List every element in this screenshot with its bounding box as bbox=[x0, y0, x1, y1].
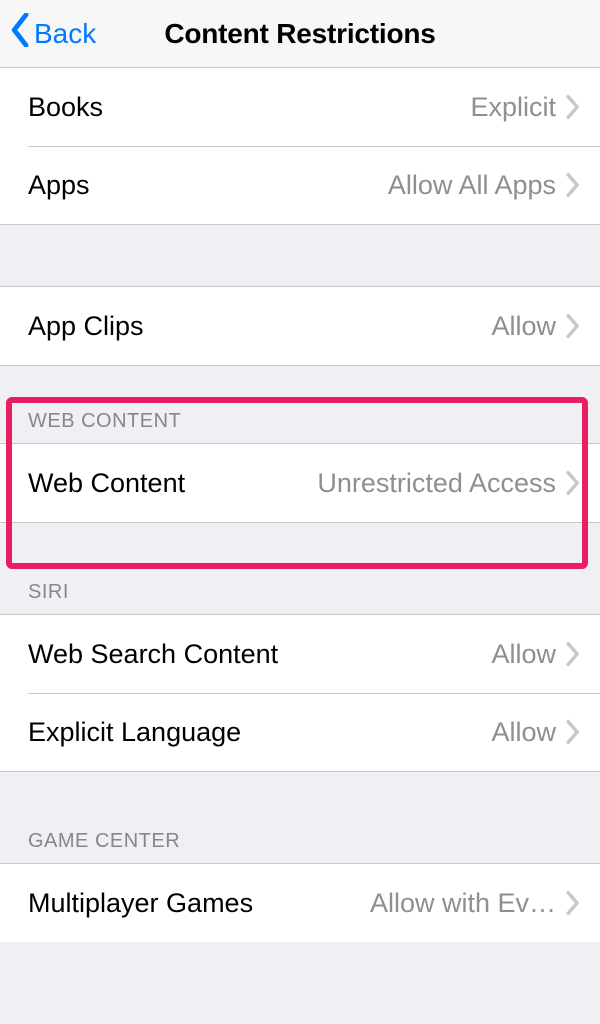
settings-screen: Back Content Restrictions Books Explicit… bbox=[0, 0, 600, 1024]
row-value: Allow bbox=[241, 717, 564, 748]
chevron-right-icon bbox=[564, 172, 580, 198]
row-value: Explicit bbox=[103, 92, 564, 123]
row-value: Unrestricted Access bbox=[185, 468, 564, 499]
row-label: App Clips bbox=[28, 311, 144, 342]
chevron-left-icon bbox=[10, 13, 32, 54]
row-label: Web Content bbox=[28, 468, 185, 499]
row-apps[interactable]: Apps Allow All Apps bbox=[0, 146, 600, 224]
row-web-content[interactable]: Web Content Unrestricted Access bbox=[0, 444, 600, 522]
group-game-center: GAME CENTER Multiplayer Games Allow with… bbox=[0, 772, 600, 942]
navbar: Back Content Restrictions bbox=[0, 0, 600, 68]
group-header-siri: SIRI bbox=[0, 523, 600, 615]
group-siri: SIRI Web Search Content Allow Explicit L… bbox=[0, 523, 600, 772]
group-allowed-store-content: Books Explicit Apps Allow All Apps bbox=[0, 68, 600, 225]
group-rows: Multiplayer Games Allow with Ev… bbox=[0, 864, 600, 942]
row-value: Allow with Ev… bbox=[253, 888, 564, 919]
row-label: Apps bbox=[28, 170, 90, 201]
row-value: Allow bbox=[144, 311, 564, 342]
row-label: Web Search Content bbox=[28, 639, 278, 670]
chevron-right-icon bbox=[564, 313, 580, 339]
group-rows: Web Content Unrestricted Access bbox=[0, 444, 600, 523]
chevron-right-icon bbox=[564, 641, 580, 667]
chevron-right-icon bbox=[564, 719, 580, 745]
row-web-search-content[interactable]: Web Search Content Allow bbox=[0, 615, 600, 693]
row-value: Allow bbox=[278, 639, 564, 670]
group-spacer bbox=[0, 225, 600, 287]
back-button[interactable]: Back bbox=[0, 13, 96, 54]
row-value: Allow All Apps bbox=[90, 170, 564, 201]
row-explicit-language[interactable]: Explicit Language Allow bbox=[0, 693, 600, 771]
group-web-content: WEB CONTENT Web Content Unrestricted Acc… bbox=[0, 366, 600, 523]
row-multiplayer-games[interactable]: Multiplayer Games Allow with Ev… bbox=[0, 864, 600, 942]
group-header-game-center: GAME CENTER bbox=[0, 772, 600, 864]
group-header-web-content: WEB CONTENT bbox=[0, 366, 600, 444]
row-label: Books bbox=[28, 92, 103, 123]
row-app-clips[interactable]: App Clips Allow bbox=[0, 287, 600, 365]
row-books[interactable]: Books Explicit bbox=[0, 68, 600, 146]
chevron-right-icon bbox=[564, 470, 580, 496]
row-label: Explicit Language bbox=[28, 717, 241, 748]
group-rows: Web Search Content Allow Explicit Langua… bbox=[0, 615, 600, 772]
chevron-right-icon bbox=[564, 890, 580, 916]
back-label: Back bbox=[34, 18, 96, 50]
row-label: Multiplayer Games bbox=[28, 888, 253, 919]
chevron-right-icon bbox=[564, 94, 580, 120]
group-app-clips: App Clips Allow bbox=[0, 287, 600, 366]
